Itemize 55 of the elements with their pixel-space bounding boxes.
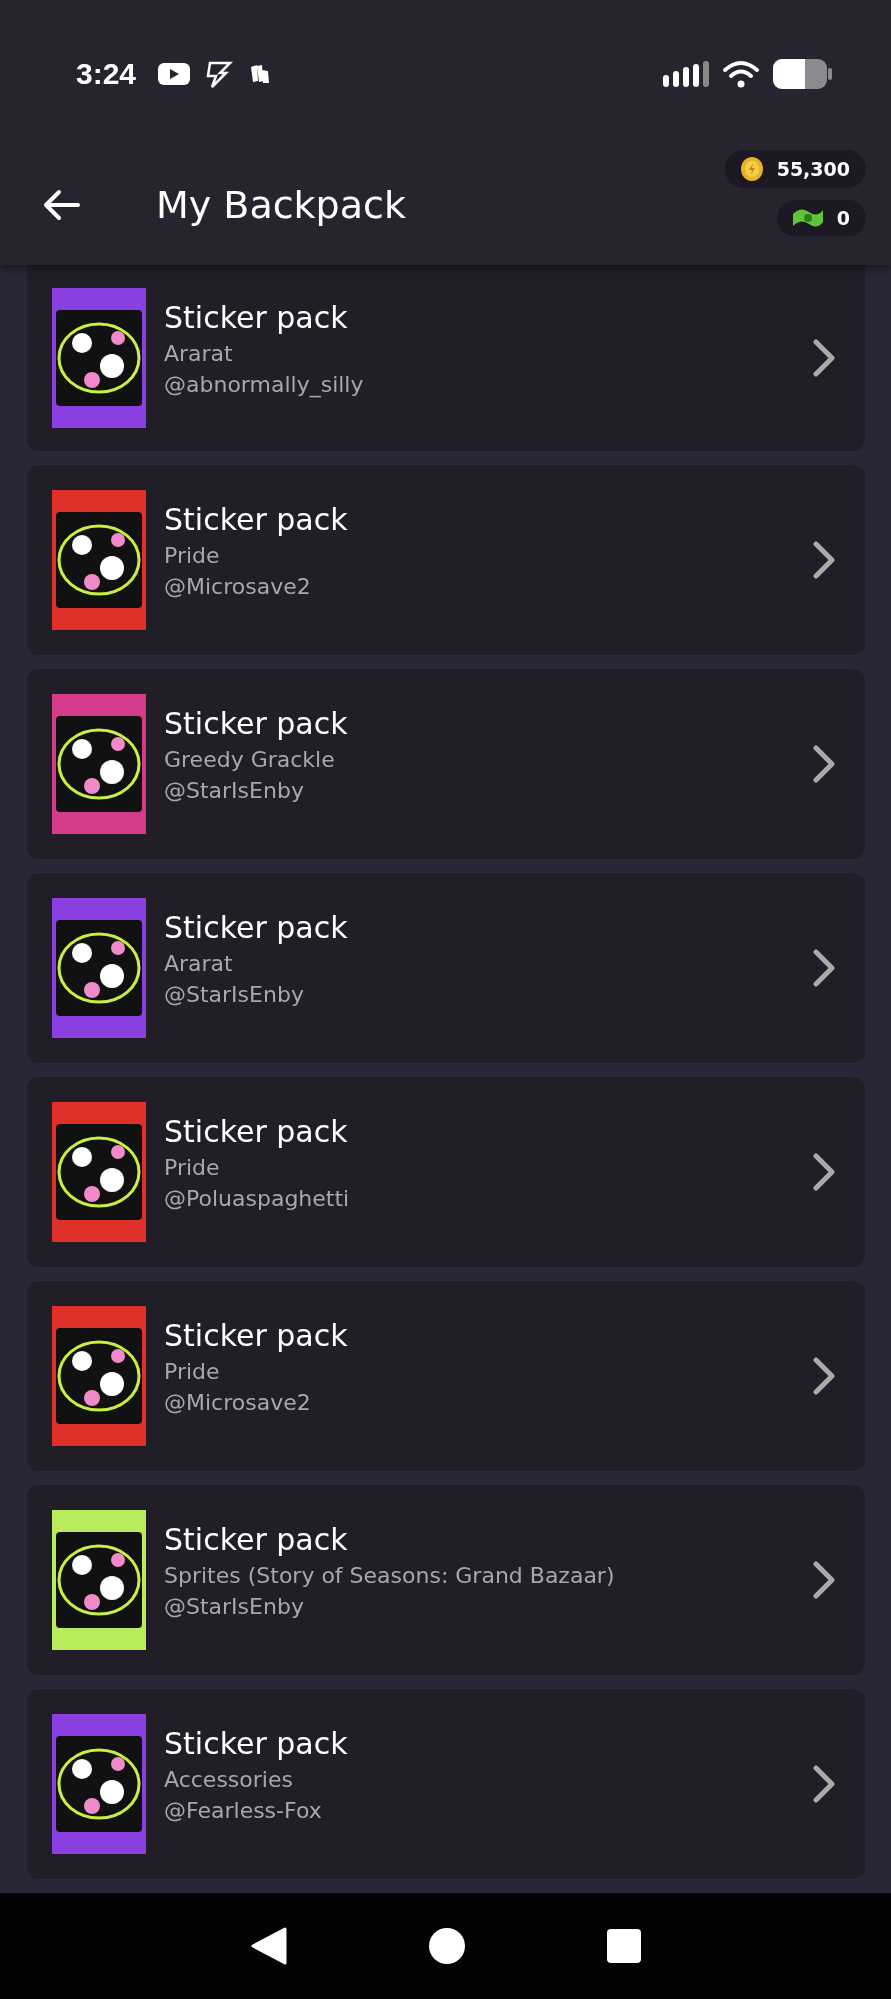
item-title: Sticker pack [164,705,349,741]
cash-count: 0 [836,207,850,229]
author-handle: @StarIsEnby [164,981,305,1007]
item-title: Sticker pack [164,909,349,945]
wifi-icon [723,60,759,88]
pack-name: Pride [164,1358,221,1384]
status-time: 3:24 [76,57,137,91]
item-title: Sticker pack [164,1725,349,1761]
sticker-pack-item[interactable]: Sticker pack Accessories @Fearless-Fox [27,1689,865,1879]
page-title: My Backpack [156,183,407,227]
sticker-pack-item[interactable]: Sticker pack Pride @Microsave2 [27,465,865,655]
chevron-right-icon [813,1153,835,1191]
chevron-right-icon [813,1561,835,1599]
chevron-right-icon [813,1357,835,1395]
sticker-pack-item[interactable]: Sticker pack Pride @Microsave2 [27,1281,865,1471]
author-handle: @Poluaspaghetti [164,1185,351,1211]
signal-icon [663,61,709,87]
item-title: Sticker pack [164,1113,349,1149]
item-title: Sticker pack [164,1521,349,1557]
video-icon [158,63,191,85]
chevron-right-icon [813,339,835,377]
sticker-pack-item[interactable]: Sticker pack Ararat @StarIsEnby [27,873,865,1063]
back-button[interactable] [42,189,80,221]
author-handle: @Fearless-Fox [164,1797,323,1823]
back-nav-icon[interactable] [250,1927,287,1965]
author-handle: @StarIsEnby [164,777,305,803]
item-title: Sticker pack [164,299,349,335]
coin-icon [738,156,765,182]
pack-name: Pride [164,1154,221,1180]
author-handle: @abnormally_silly [164,371,365,397]
item-title: Sticker pack [164,501,349,537]
lightning-icon [204,59,235,89]
pack-name: Accessories [164,1766,294,1792]
author-handle: @Microsave2 [164,573,312,599]
chevron-right-icon [813,949,835,987]
pack-name: Ararat [164,340,234,366]
battery-icon [773,59,833,89]
pack-name: Greedy Grackle [164,746,336,772]
author-handle: @Microsave2 [164,1389,312,1415]
author-handle: @StarIsEnby [164,1593,305,1619]
sticker-pack-item[interactable]: Sticker pack Pride @Poluaspaghetti [27,1077,865,1267]
pack-name: Pride [164,542,221,568]
sticker-pack-item[interactable]: Sticker pack Ararat @abnormally_silly [27,265,865,451]
coin-count: 55,300 [776,158,850,180]
home-nav-icon[interactable] [427,1927,466,1965]
pack-name: Sprites (Story of Seasons: Grand Bazaar) [164,1562,616,1588]
recents-nav-icon[interactable] [606,1929,641,1963]
pack-name: Ararat [164,950,234,976]
cash-icon [790,206,825,230]
sticker-pack-item[interactable]: Sticker pack Greedy Grackle @StarIsEnby [27,669,865,859]
sticker-pack-item[interactable]: Sticker pack Sprites (Story of Seasons: Grand Bazaar) @StarIsEnby [27,1485,865,1675]
item-title: Sticker pack [164,1317,349,1353]
chevron-right-icon [813,541,835,579]
chevron-right-icon [813,1765,835,1803]
chevron-right-icon [813,745,835,783]
